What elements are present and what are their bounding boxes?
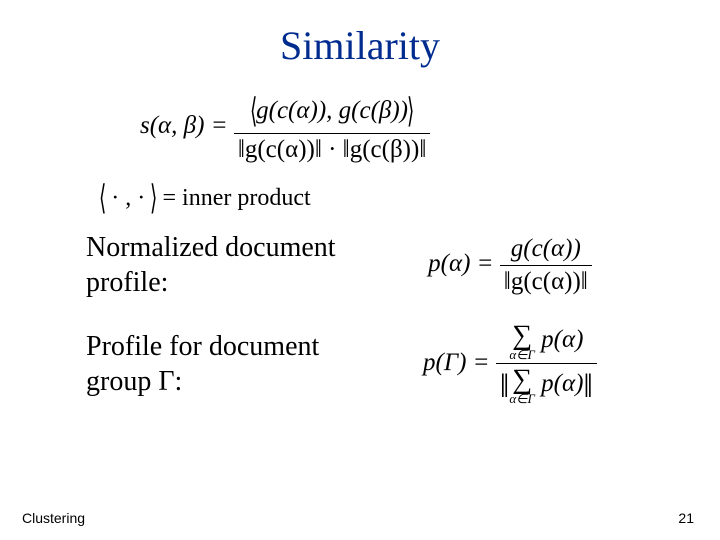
group-profile-row: Profile for document group Γ: p(Γ) = ∑α∈… bbox=[40, 322, 680, 406]
normalized-profile-row: Normalized document profile: p(α) = g(c(… bbox=[40, 230, 680, 300]
similarity-equation: s(α, β) = ⟨g(c(α)), g(c(β))⟩ ‖g(c(α))‖ ·… bbox=[140, 91, 680, 164]
norm-right: ‖ bbox=[583, 368, 593, 405]
inner-product-definition: ⟨ · , · ⟩ = inner product bbox=[100, 178, 680, 218]
ip-angle-right: ⟩ bbox=[150, 178, 157, 218]
p-gamma-num: ∑α∈Γ p(α) bbox=[496, 322, 597, 364]
p-alpha-frac: g(c(α)) ‖g(c(α))‖ bbox=[500, 235, 592, 296]
p-gamma-num-body: p(α) bbox=[535, 326, 584, 353]
angle-right: ⟩ bbox=[407, 91, 414, 131]
p-alpha-lhs: p(α) = bbox=[428, 250, 493, 277]
eq-lhs: s(α, β) = bbox=[140, 112, 228, 139]
sum-sub-top: α∈Γ bbox=[509, 348, 535, 361]
angle-left: ⟨ bbox=[250, 91, 257, 131]
eq-numerator: ⟨g(c(α)), g(c(β))⟩ bbox=[234, 91, 431, 134]
main-equation-block: s(α, β) = ⟨g(c(α)), g(c(β))⟩ ‖g(c(α))‖ ·… bbox=[140, 91, 680, 218]
group-profile-label: Profile for document group Γ: bbox=[40, 329, 340, 399]
group-profile-math: p(Γ) = ∑α∈Γ p(α) ‖∑α∈Γ p(α)‖ bbox=[340, 322, 680, 406]
ip-angle-left: ⟨ bbox=[99, 178, 106, 218]
slide-title: Similarity bbox=[40, 22, 680, 69]
eq-num-body: g(c(α)), g(c(β)) bbox=[256, 97, 408, 124]
slide: Similarity s(α, β) = ⟨g(c(α)), g(c(β))⟩ … bbox=[0, 0, 720, 540]
p-gamma-frac: ∑α∈Γ p(α) ‖∑α∈Γ p(α)‖ bbox=[496, 322, 597, 406]
ip-text: = inner product bbox=[157, 185, 311, 211]
p-gamma-den-body: p(α) bbox=[535, 370, 584, 397]
normalized-profile-math: p(α) = g(c(α)) ‖g(c(α))‖ bbox=[340, 235, 680, 296]
sum-icon: ∑α∈Γ bbox=[509, 322, 535, 361]
ip-dots: · , · bbox=[105, 185, 151, 211]
sum-icon: ∑α∈Γ bbox=[509, 366, 535, 405]
eq-fraction: ⟨g(c(α)), g(c(β))⟩ ‖g(c(α))‖ · ‖g(c(β))‖ bbox=[234, 91, 431, 164]
p-alpha-den: ‖g(c(α))‖ bbox=[500, 266, 592, 296]
sum-sub-bottom: α∈Γ bbox=[509, 392, 535, 405]
p-gamma-lhs: p(Γ) = bbox=[423, 349, 490, 376]
eq-denominator: ‖g(c(α))‖ · ‖g(c(β))‖ bbox=[234, 134, 431, 164]
norm-left: ‖ bbox=[500, 368, 510, 405]
slide-number: 21 bbox=[678, 510, 694, 526]
footer-topic: Clustering bbox=[22, 510, 85, 526]
p-gamma-den: ‖∑α∈Γ p(α)‖ bbox=[496, 364, 597, 406]
p-alpha-num: g(c(α)) bbox=[500, 235, 592, 266]
normalized-profile-label: Normalized document profile: bbox=[40, 230, 340, 300]
